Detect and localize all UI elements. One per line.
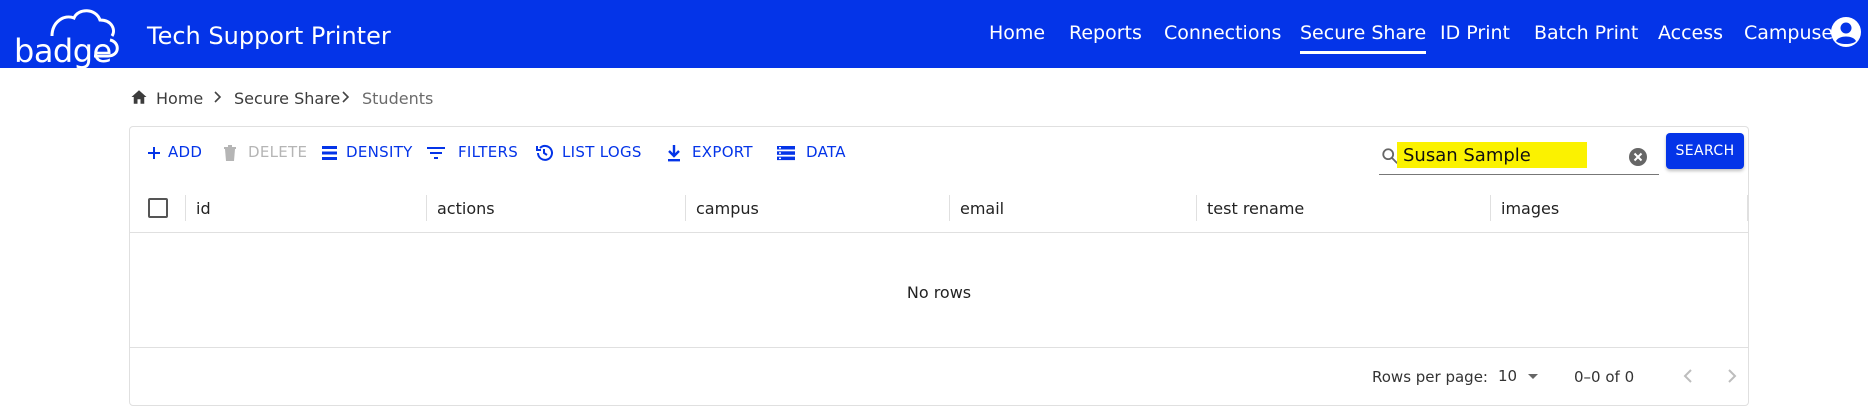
search-input[interactable] — [1403, 142, 1603, 168]
density-icon — [322, 146, 337, 160]
rows-per-page-select[interactable]: 10 — [1498, 365, 1542, 389]
column-separator[interactable] — [185, 195, 186, 221]
badge-logo[interactable]: badge — [12, 6, 132, 70]
logo-text: badge — [14, 32, 112, 70]
column-header-email[interactable]: email — [960, 199, 1004, 218]
app-title: Tech Support Printer — [147, 22, 391, 50]
list-logs-label: LIST LOGS — [562, 143, 642, 161]
filter-icon — [427, 147, 445, 159]
breadcrumb-home[interactable]: Home — [156, 89, 203, 108]
column-separator[interactable] — [685, 195, 686, 221]
table-header: id actions campus email test rename imag… — [130, 183, 1748, 233]
nav-campuses[interactable]: Campuses — [1744, 22, 1843, 44]
select-all-checkbox[interactable] — [148, 198, 168, 218]
delete-label: DELETE — [248, 143, 308, 161]
column-header-test-rename[interactable]: test rename — [1207, 199, 1304, 218]
plus-icon — [148, 147, 160, 159]
search-button[interactable]: SEARCH — [1666, 133, 1744, 169]
nav-access[interactable]: Access — [1658, 22, 1723, 44]
nav-batch-print[interactable]: Batch Print — [1534, 22, 1638, 44]
filters-label: FILTERS — [458, 143, 519, 161]
pagination-range: 0–0 of 0 — [1574, 368, 1635, 386]
column-separator[interactable] — [1747, 195, 1748, 221]
next-page-icon[interactable] — [1720, 364, 1744, 388]
download-icon — [668, 145, 680, 162]
column-header-images[interactable]: images — [1501, 199, 1559, 218]
data-label: DATA — [806, 143, 846, 161]
chevron-right-icon — [342, 91, 350, 103]
nav-secure-share[interactable]: Secure Share — [1300, 22, 1427, 54]
density-label: DENSITY — [346, 143, 413, 161]
data-grid: ADD DELETE DENSITY FILTERS LIST LOGS EXP… — [129, 126, 1749, 406]
rows-per-page-value: 10 — [1498, 367, 1518, 385]
chevron-right-icon — [214, 91, 222, 103]
add-label: ADD — [168, 143, 203, 161]
column-header-actions[interactable]: actions — [437, 199, 495, 218]
previous-page-icon[interactable] — [1676, 364, 1700, 388]
storage-icon — [777, 146, 795, 161]
table-footer: Rows per page: 10 0–0 of 0 — [130, 347, 1748, 405]
rows-per-page-label: Rows per page: — [1372, 368, 1488, 386]
clear-icon[interactable] — [1628, 147, 1648, 167]
column-separator[interactable] — [426, 195, 427, 221]
column-separator[interactable] — [1490, 195, 1491, 221]
nav-home[interactable]: Home — [989, 22, 1045, 44]
history-icon — [536, 144, 553, 161]
trash-icon — [224, 145, 236, 161]
account-circle-icon[interactable] — [1830, 16, 1862, 48]
column-separator[interactable] — [949, 195, 950, 221]
caret-down-icon — [1528, 374, 1538, 379]
column-header-id[interactable]: id — [196, 199, 211, 218]
top-app-bar: badge Tech Support Printer Home Reports … — [0, 0, 1868, 70]
empty-state-text: No rows — [906, 283, 972, 302]
nav-reports[interactable]: Reports — [1069, 22, 1142, 44]
search-field — [1379, 133, 1659, 175]
breadcrumb-students: Students — [362, 89, 434, 108]
home-icon[interactable] — [130, 88, 148, 106]
breadcrumb-secure-share[interactable]: Secure Share — [234, 89, 340, 108]
export-label: EXPORT — [692, 143, 753, 161]
column-separator[interactable] — [1196, 195, 1197, 221]
column-header-campus[interactable]: campus — [696, 199, 759, 218]
nav-connections[interactable]: Connections — [1164, 22, 1281, 44]
nav-id-print[interactable]: ID Print — [1440, 22, 1510, 44]
